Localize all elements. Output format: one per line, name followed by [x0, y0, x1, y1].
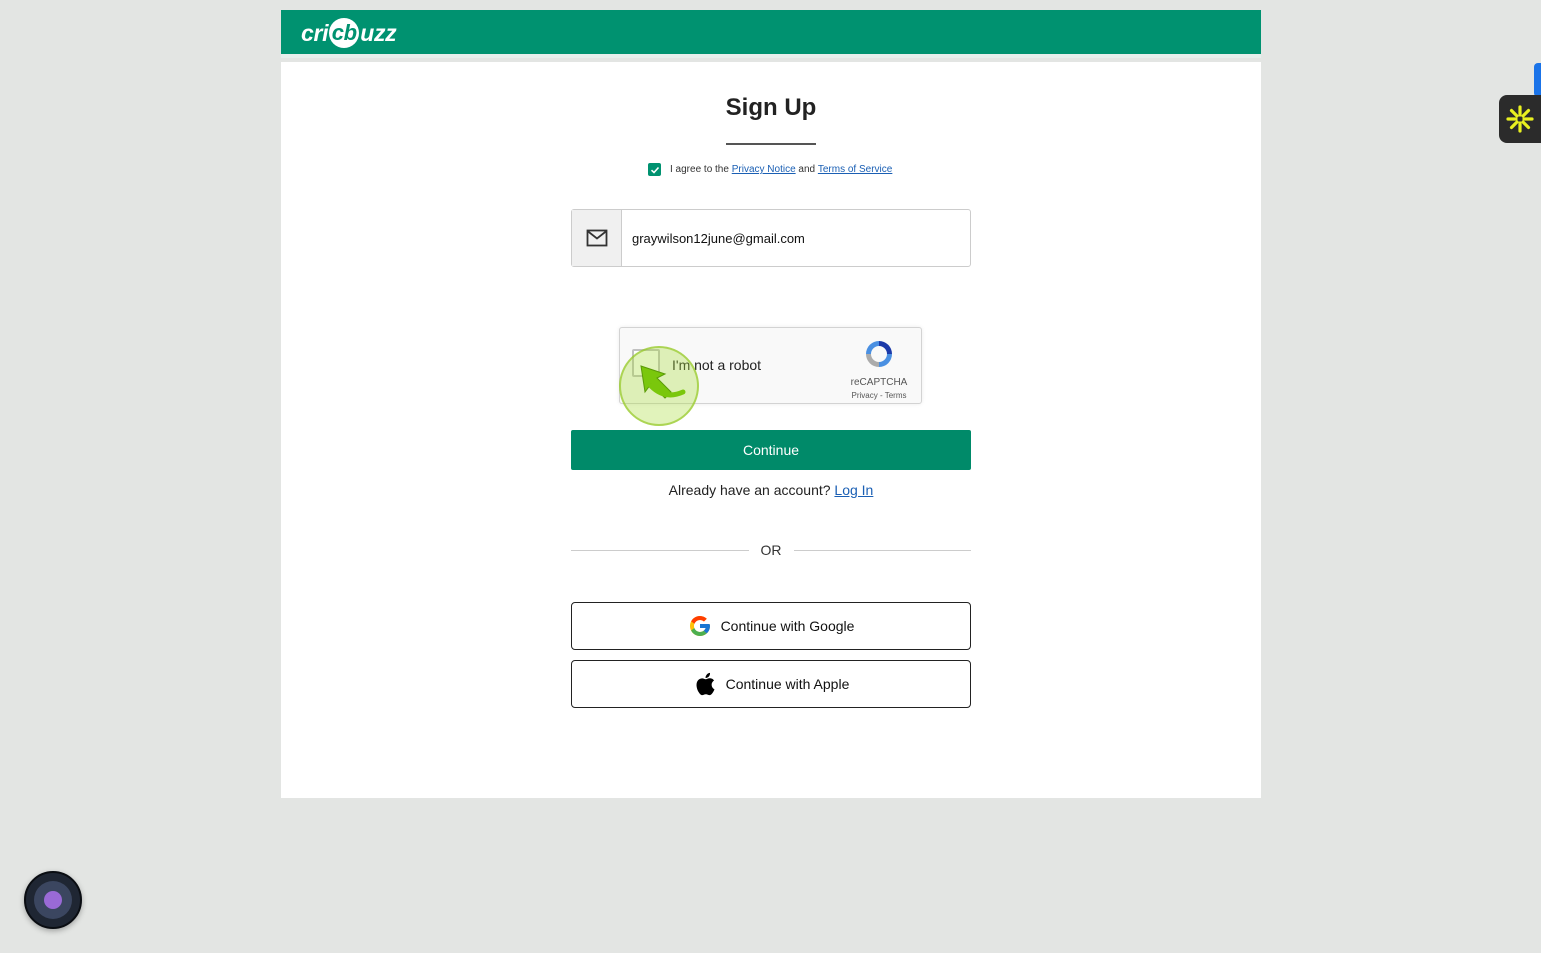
- login-link[interactable]: Log In: [834, 482, 873, 498]
- page-title: Sign Up: [725, 94, 817, 121]
- google-button-label: Continue with Google: [720, 618, 855, 634]
- email-field-group: [571, 209, 971, 267]
- recaptcha-logo: reCAPTCHA Privacy - Terms: [849, 338, 909, 400]
- login-prompt: Already have an account?: [668, 482, 831, 498]
- agree-and: and: [798, 164, 816, 175]
- terms-of-service-link[interactable]: Terms of Service: [818, 164, 892, 175]
- recaptcha-brand: reCAPTCHA: [850, 377, 908, 388]
- email-input[interactable]: [622, 210, 970, 266]
- google-icon: [688, 614, 712, 638]
- apple-icon: [693, 672, 717, 696]
- agree-prefix: I agree to the: [670, 164, 729, 175]
- or-divider: OR: [571, 542, 971, 558]
- recaptcha-icon: [866, 341, 892, 367]
- mail-icon: [586, 229, 607, 247]
- logo-text-left: cri: [301, 19, 329, 46]
- login-prompt-row: Already have an account? Log In: [281, 482, 1261, 498]
- or-text: OR: [760, 542, 782, 558]
- recaptcha-links[interactable]: Privacy - Terms: [849, 391, 909, 400]
- click-highlight: [619, 346, 699, 426]
- cricbuzz-logo[interactable]: cri cb uzz: [301, 16, 397, 50]
- checkmark-icon: [650, 166, 659, 174]
- or-line-left: [571, 549, 749, 551]
- record-dot-icon: [44, 891, 62, 909]
- record-button-inner: [34, 881, 72, 919]
- extension-widget[interactable]: [1499, 95, 1541, 143]
- continue-with-apple-button[interactable]: Continue with Apple: [571, 660, 971, 708]
- privacy-notice-link[interactable]: Privacy Notice: [732, 164, 796, 175]
- agree-checkbox[interactable]: [648, 163, 661, 176]
- agree-row: I agree to the Privacy Notice and Terms …: [648, 163, 892, 176]
- email-icon-box: [572, 210, 622, 266]
- signup-card: Sign Up I agree to the Privacy Notice an…: [281, 62, 1261, 798]
- or-line-right: [793, 549, 971, 551]
- continue-button[interactable]: Continue: [571, 430, 971, 470]
- site-header: cri cb uzz: [281, 10, 1261, 58]
- continue-with-google-button[interactable]: Continue with Google: [571, 602, 971, 650]
- record-button[interactable]: [24, 871, 82, 929]
- logo-ball: cb: [329, 18, 360, 48]
- apple-button-label: Continue with Apple: [725, 676, 850, 692]
- cursor-arrow-icon: [640, 365, 686, 399]
- sparkle-icon: [1506, 105, 1534, 133]
- logo-text-right: uzz: [360, 19, 397, 46]
- extension-tab[interactable]: [1534, 63, 1541, 97]
- title-divider: [726, 143, 816, 145]
